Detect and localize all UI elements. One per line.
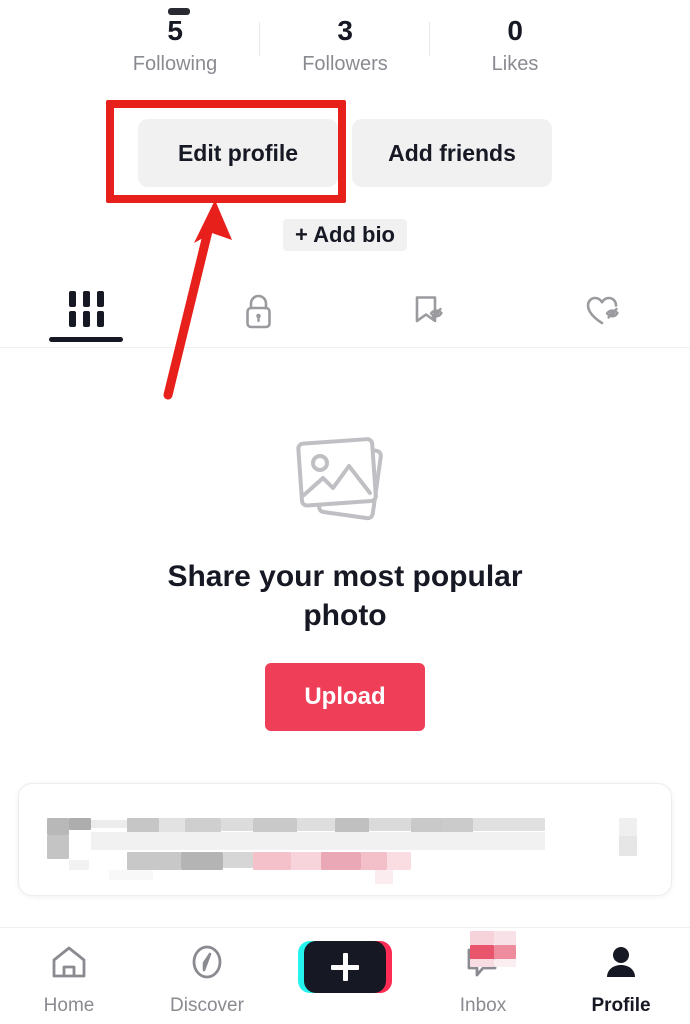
person-icon (600, 941, 642, 988)
stat-likes[interactable]: 0 Likes (430, 14, 600, 78)
empty-state: Share your most popular photo Upload (0, 430, 690, 731)
nav-label-profile: Profile (591, 995, 650, 1017)
redacted-block (375, 870, 393, 884)
tab-saved[interactable] (345, 275, 518, 347)
add-bio-row: + Add bio (0, 219, 690, 251)
redacted-block (223, 852, 253, 868)
redacted-block (127, 852, 181, 870)
redacted-block (253, 852, 291, 870)
tab-liked[interactable] (518, 275, 690, 347)
compass-icon (186, 941, 228, 988)
nav-label-discover: Discover (170, 995, 244, 1017)
nav-item-home[interactable]: Home (0, 941, 138, 1017)
redacted-block (619, 836, 637, 856)
bottom-navigation-bar: Home Discover (0, 927, 690, 1024)
redacted-block (361, 852, 387, 870)
edit-profile-button[interactable]: Edit profile (138, 119, 338, 187)
active-tab-indicator (49, 337, 123, 342)
redacted-block (221, 818, 253, 831)
profile-action-buttons: Edit profile Add friends (0, 119, 690, 187)
tab-posts[interactable] (0, 275, 173, 347)
grid-icon (69, 291, 104, 327)
lock-icon (240, 291, 278, 338)
plus-vertical (343, 953, 348, 981)
nav-item-discover[interactable]: Discover (138, 941, 276, 1017)
following-label: Following (133, 50, 217, 78)
create-plus-icon[interactable] (304, 941, 386, 993)
redacted-block (297, 818, 335, 831)
profile-stats-row: 5 Following 3 Followers 0 Likes (0, 14, 690, 92)
nav-label-inbox: Inbox (460, 995, 506, 1017)
profile-tab-bar (0, 275, 690, 348)
nav-item-inbox[interactable]: Inbox (414, 941, 552, 1017)
tab-private[interactable] (173, 275, 346, 347)
upload-button[interactable]: Upload (265, 663, 425, 731)
bookmark-hidden-icon (409, 291, 453, 338)
redacted-block (387, 852, 411, 870)
home-icon (48, 941, 90, 988)
empty-state-title: Share your most popular photo (135, 557, 555, 635)
redacted-block (181, 852, 223, 870)
redacted-block (127, 818, 159, 833)
nav-item-create[interactable] (276, 941, 414, 1000)
redacted-block (321, 852, 361, 870)
photo-stack-icon (286, 430, 404, 529)
redacted-content-card[interactable] (18, 783, 672, 896)
nav-label-home: Home (44, 995, 95, 1017)
following-count: 5 (167, 14, 182, 48)
redacted-block (69, 818, 91, 830)
redacted-block (443, 818, 473, 833)
likes-label: Likes (492, 50, 539, 78)
stat-followers[interactable]: 3 Followers (260, 14, 430, 78)
redacted-block (91, 832, 545, 850)
redacted-block (619, 818, 637, 836)
redacted-block (291, 852, 321, 870)
tiktok-profile-screen: 5 Following 3 Followers 0 Likes Edit pro… (0, 0, 690, 1024)
redacted-block (69, 860, 89, 870)
nav-item-profile[interactable]: Profile (552, 941, 690, 1017)
redacted-block (47, 835, 69, 859)
redacted-block (369, 818, 411, 831)
redacted-block (411, 818, 443, 833)
followers-count: 3 (337, 14, 352, 48)
redacted-block (473, 818, 545, 831)
likes-count: 0 (507, 14, 522, 48)
inbox-badge-redacted (470, 931, 516, 965)
stat-following[interactable]: 5 Following (90, 14, 260, 78)
followers-label: Followers (302, 50, 388, 78)
add-bio-button[interactable]: + Add bio (283, 219, 407, 251)
redacted-block (159, 818, 185, 832)
redacted-block (91, 820, 127, 828)
heart-hidden-icon (580, 291, 628, 338)
add-friends-button[interactable]: Add friends (352, 119, 552, 187)
redacted-block (109, 870, 153, 880)
redacted-block (47, 818, 69, 835)
create-core (304, 941, 386, 993)
